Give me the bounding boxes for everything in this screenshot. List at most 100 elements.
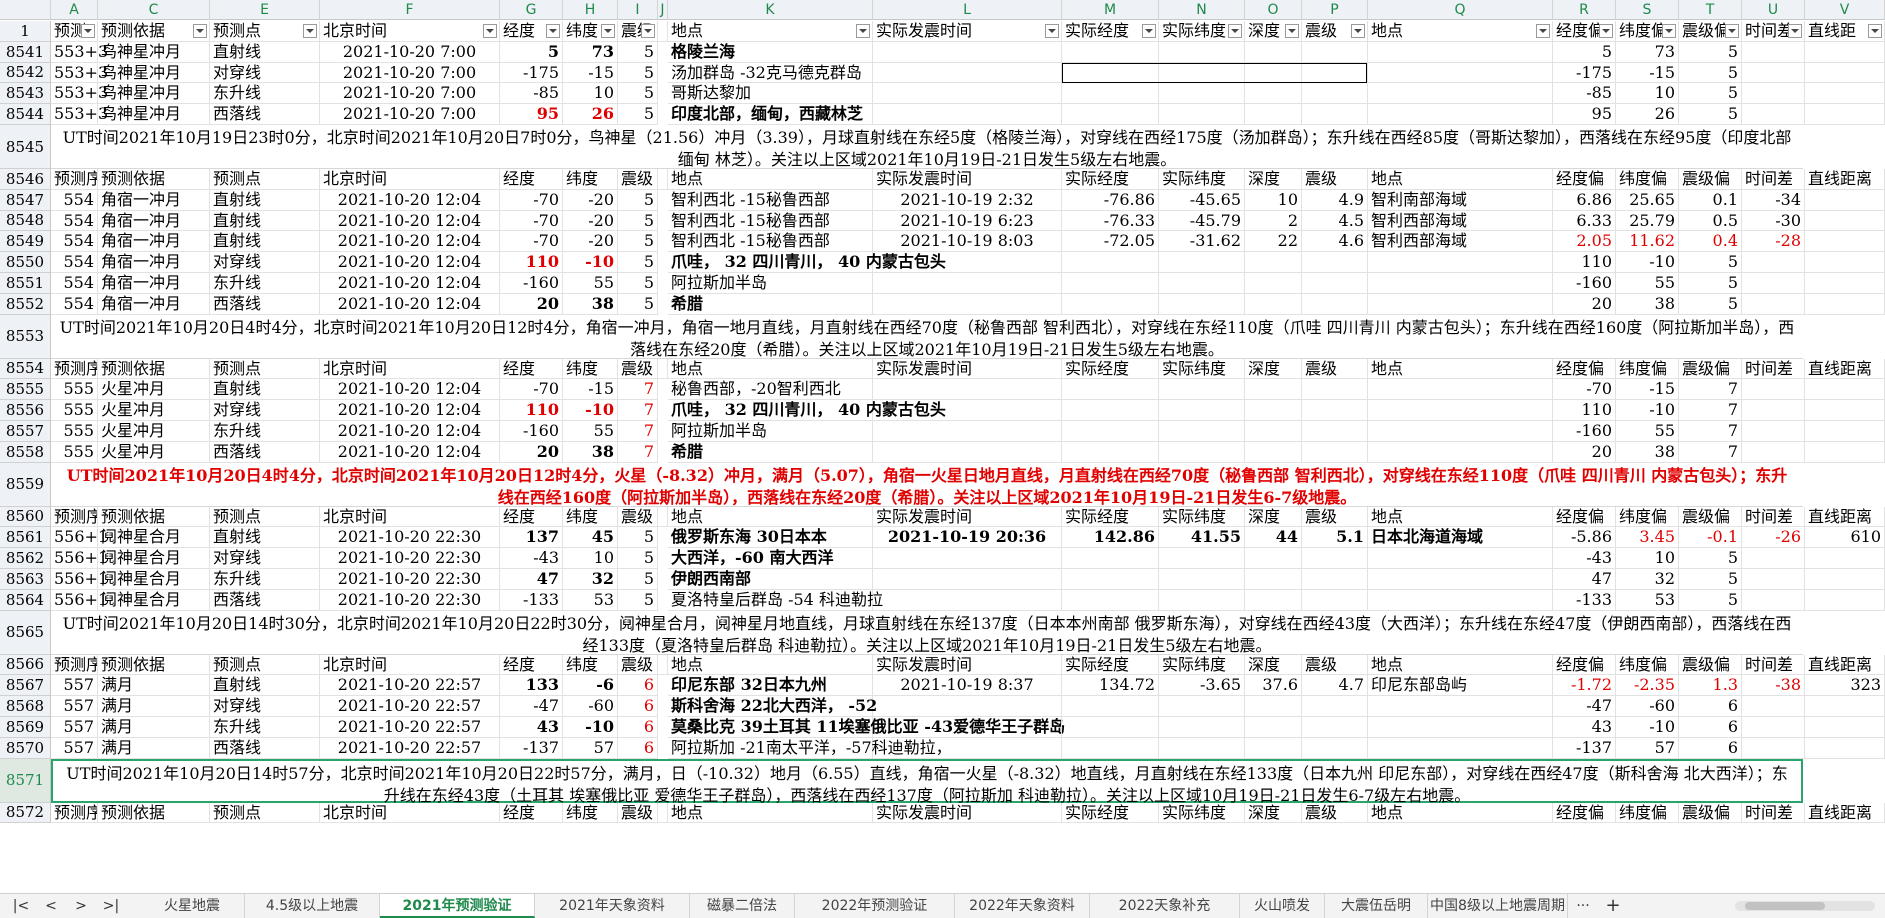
cell-v[interactable] [1805, 717, 1885, 738]
cell-l[interactable] [873, 696, 1062, 717]
cell-h[interactable]: 38 [563, 293, 618, 315]
cell-u[interactable] [1742, 421, 1805, 442]
cell-l[interactable]: 2021-10-19 6:23 [873, 210, 1062, 232]
subheader-cell-o[interactable]: 深度 [1245, 654, 1302, 676]
cell-f[interactable]: 2021-10-20 22:57 [320, 675, 500, 697]
cell-m[interactable] [1062, 421, 1159, 442]
cell-c[interactable]: 角宿一冲月 [98, 210, 210, 232]
cell-h[interactable]: -10 [563, 252, 618, 273]
cell-i[interactable]: 5 [618, 273, 658, 294]
cell-s[interactable]: -10 [1616, 400, 1679, 421]
select-all-corner[interactable] [0, 0, 51, 20]
cell-h[interactable]: 57 [563, 737, 618, 759]
cell-n[interactable] [1159, 41, 1245, 63]
last-sheet-icon[interactable]: >| [100, 894, 122, 918]
cell-r[interactable]: 2.05 [1553, 231, 1616, 253]
row-number[interactable]: 8556 [0, 400, 51, 421]
subheader-cell-v[interactable]: 直线距离 [1805, 802, 1885, 824]
cell-h[interactable]: -15 [563, 379, 618, 401]
cell-k[interactable]: 希腊 [668, 441, 873, 463]
cell-o[interactable] [1245, 548, 1302, 569]
cell-t[interactable]: 5 [1679, 548, 1742, 569]
cell-s[interactable]: 38 [1616, 441, 1679, 463]
filter-header-f[interactable]: 北京时间 [320, 21, 500, 42]
cell-i[interactable]: 6 [618, 717, 658, 738]
cell-k[interactable]: 伊朗西南部 [668, 569, 873, 590]
row-number[interactable]: 8550 [0, 252, 51, 273]
cell-p[interactable] [1302, 589, 1368, 611]
cell-g[interactable]: 110 [500, 252, 563, 273]
cell-i[interactable]: 7 [618, 441, 658, 463]
cell-i[interactable]: 5 [618, 231, 658, 253]
cell-u[interactable] [1742, 737, 1805, 759]
cell-e[interactable]: 东升线 [210, 421, 320, 442]
subheader-cell-k[interactable]: 地点 [668, 358, 873, 380]
sheet-tab[interactable]: 磁暴二倍法 [690, 894, 795, 918]
cell-f[interactable]: 2021-10-20 12:04 [320, 421, 500, 442]
subheader-cell-p[interactable]: 震级 [1302, 802, 1368, 824]
cell-e[interactable]: 直射线 [210, 231, 320, 253]
column-header-m[interactable]: M [1062, 0, 1159, 20]
cell-v[interactable] [1805, 569, 1885, 590]
subheader-cell-o[interactable]: 深度 [1245, 802, 1302, 824]
cell-r[interactable]: -5.86 [1553, 527, 1616, 549]
cell-a[interactable]: 553+3 [51, 83, 108, 105]
cell-k[interactable]: 大西洋，-60 南大西洋 [668, 548, 873, 569]
filter-dropdown-icon[interactable] [1868, 24, 1882, 38]
subheader-cell-u[interactable]: 时间差 [1742, 802, 1805, 824]
more-tabs-icon[interactable]: ··· [1572, 894, 1594, 918]
subheader-cell-l[interactable]: 实际发震时间 [873, 358, 1062, 380]
cell-q[interactable] [1368, 737, 1553, 759]
cell-r[interactable]: 6.86 [1553, 189, 1616, 211]
cell-u[interactable] [1742, 273, 1805, 294]
cell-c[interactable]: 满月 [98, 696, 210, 717]
cell-f[interactable]: 2021-10-20 12:04 [320, 379, 500, 401]
cell-c[interactable]: 满月 [98, 717, 210, 738]
cell-m[interactable]: -72.05 [1062, 231, 1159, 253]
subheader-cell-t[interactable]: 震级偏 [1679, 506, 1742, 528]
filter-dropdown-icon[interactable] [601, 24, 615, 38]
cell-c[interactable]: 火星冲月 [98, 421, 210, 442]
cell-v[interactable] [1805, 189, 1885, 211]
sheet-tab[interactable]: 4.5级以上地震 [245, 894, 380, 918]
filter-dropdown-icon[interactable] [1228, 24, 1242, 38]
cell-a[interactable]: 554 [51, 189, 98, 211]
cell-u[interactable] [1742, 569, 1805, 590]
cell-c[interactable]: 火星冲月 [98, 379, 210, 401]
subheader-cell-m[interactable]: 实际经度 [1062, 169, 1159, 190]
subheader-cell-o[interactable]: 深度 [1245, 169, 1302, 190]
cell-e[interactable]: 东升线 [210, 569, 320, 590]
subheader-cell-n[interactable]: 实际纬度 [1159, 169, 1245, 190]
cell-g[interactable]: 137 [500, 527, 563, 549]
cell-m[interactable] [1062, 589, 1159, 611]
cell-s[interactable]: 38 [1616, 293, 1679, 315]
cell-t[interactable]: 6 [1679, 717, 1742, 738]
cell-k[interactable]: 俄罗斯东海 30日本本 [668, 527, 873, 549]
cell-l[interactable] [873, 252, 1062, 273]
cell-q[interactable] [1368, 62, 1553, 84]
cell-e[interactable]: 对穿线 [210, 548, 320, 569]
subheader-cell-e[interactable]: 预测点 [210, 802, 320, 824]
row-number[interactable]: 8569 [0, 717, 51, 738]
cell-k[interactable]: 印度北部，缅甸，西藏林芝 [668, 104, 873, 125]
cell-t[interactable]: -0.1 [1679, 527, 1742, 549]
cell-u[interactable]: -26 [1742, 527, 1805, 549]
cell-l[interactable] [873, 737, 1062, 759]
cell-p[interactable] [1302, 104, 1368, 125]
subheader-cell-r[interactable]: 经度偏 [1553, 358, 1616, 380]
subheader-cell-q[interactable]: 地点 [1368, 802, 1553, 824]
cell-u[interactable] [1742, 548, 1805, 569]
cell-p[interactable] [1302, 379, 1368, 401]
cell-p[interactable] [1302, 548, 1368, 569]
cell-t[interactable]: 7 [1679, 421, 1742, 442]
cell-c[interactable]: 角宿一冲月 [98, 273, 210, 294]
filter-dropdown-icon[interactable] [1536, 24, 1550, 38]
cell-u[interactable] [1742, 293, 1805, 315]
cell-t[interactable]: 0.4 [1679, 231, 1742, 253]
cell-p[interactable] [1302, 696, 1368, 717]
subheader-cell-h[interactable]: 纬度 [563, 654, 618, 676]
cell-r[interactable]: -47 [1553, 696, 1616, 717]
cell-k[interactable]: 哥斯达黎加 [668, 83, 873, 105]
column-header-t[interactable]: T [1679, 0, 1742, 20]
cell-g[interactable]: -70 [500, 189, 563, 211]
